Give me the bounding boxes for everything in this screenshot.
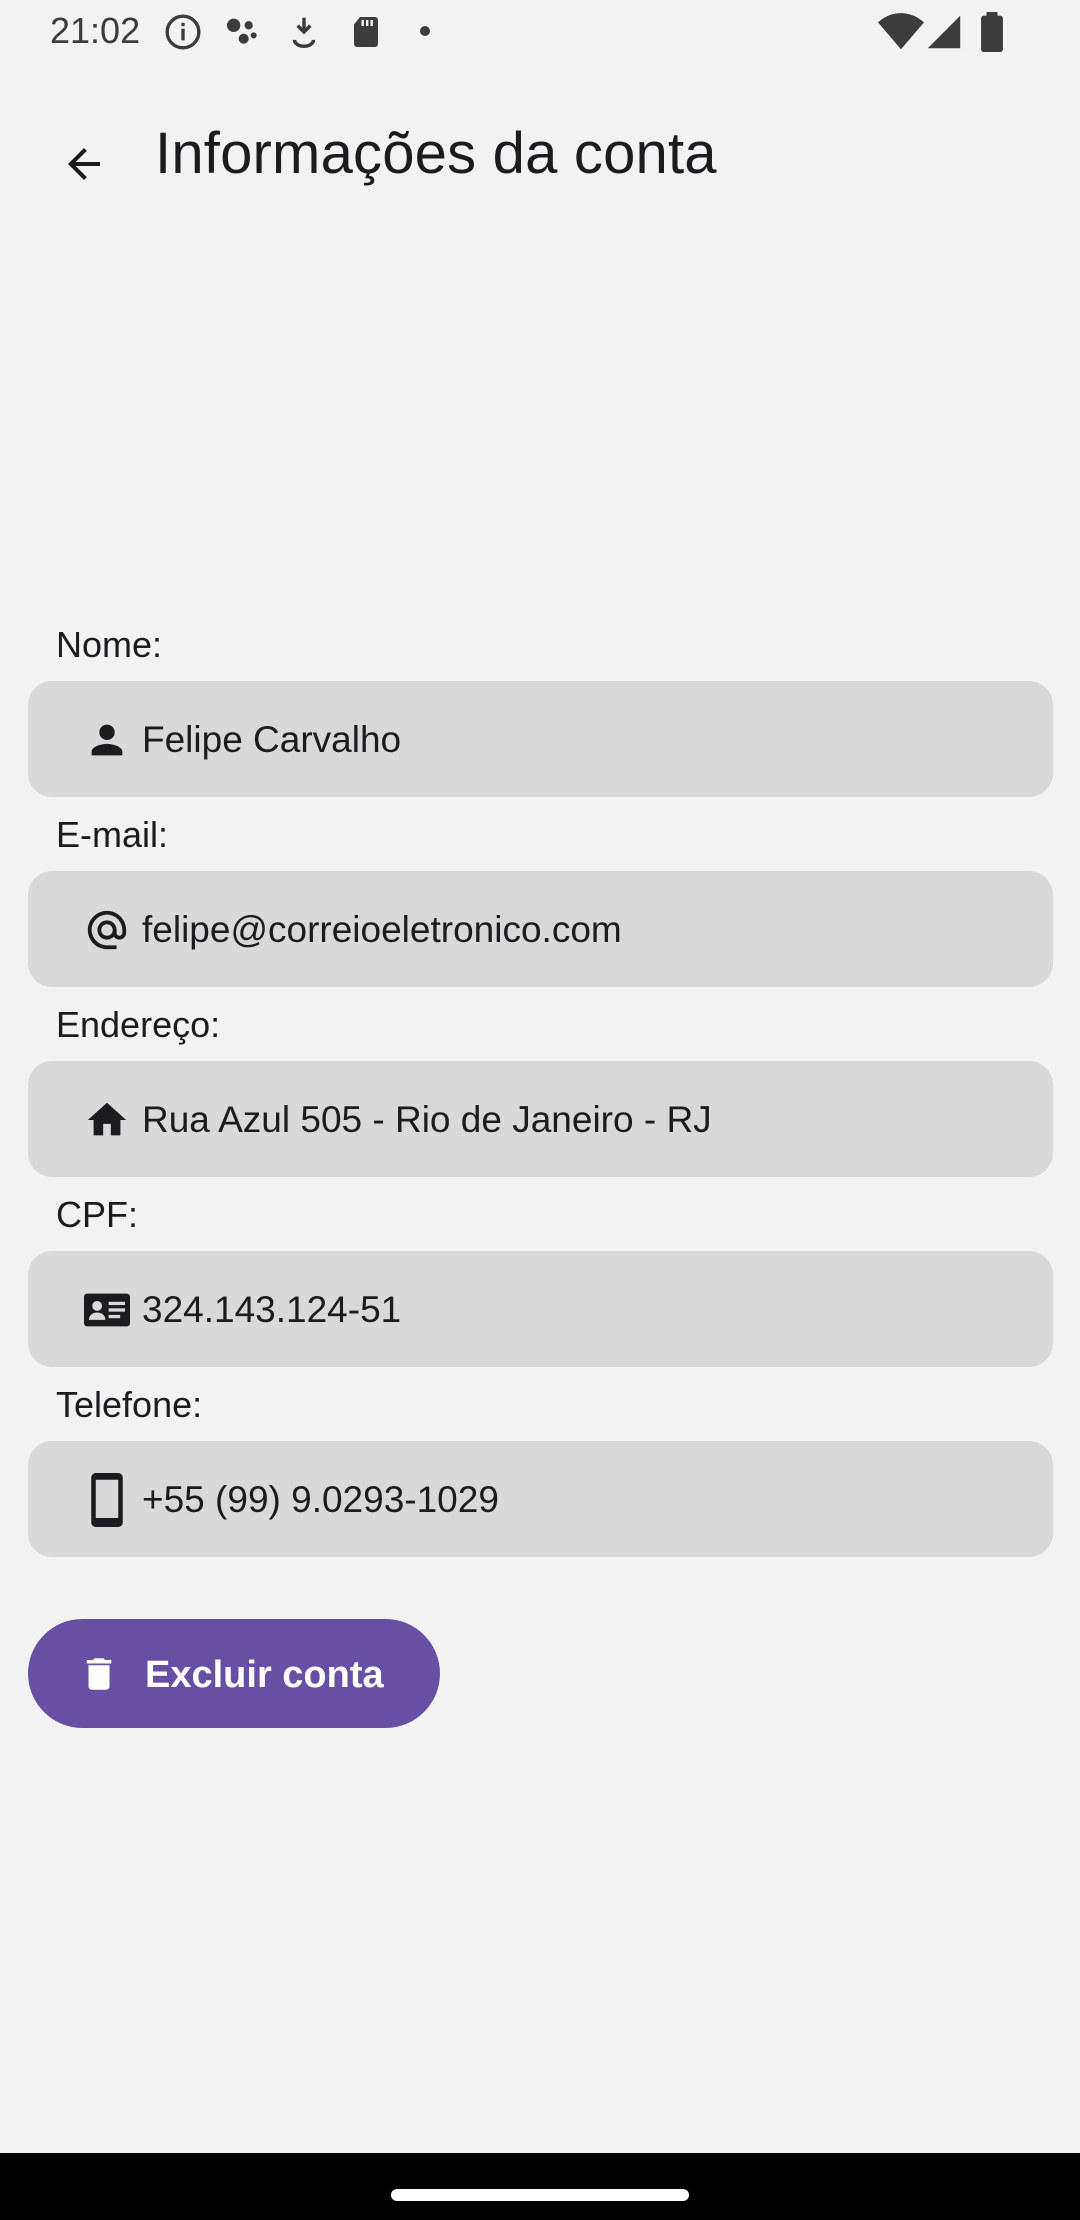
cpf-label: CPF: (56, 1194, 139, 1235)
home-gesture-handle[interactable] (391, 2189, 689, 2201)
back-button[interactable] (42, 122, 126, 206)
trash-icon (78, 1653, 120, 1695)
home-icon (84, 1097, 130, 1143)
phone-field[interactable]: +55 (99) 9.0293-1029 (28, 1441, 1053, 1557)
top-app-bar: Informações da conta (0, 66, 1080, 244)
notification-dots-icon (222, 12, 262, 57)
name-field[interactable]: Felipe Carvalho (28, 681, 1053, 797)
email-value: felipe@correioeletronico.com (142, 909, 622, 950)
page-title: Informações da conta (155, 121, 717, 186)
address-value: Rua Azul 505 - Rio de Janeiro - RJ (142, 1099, 712, 1140)
address-field[interactable]: Rua Azul 505 - Rio de Janeiro - RJ (28, 1061, 1053, 1177)
address-label: Endereço: (56, 1004, 221, 1045)
status-bar: 21:02 (0, 0, 1080, 66)
id-card-icon (84, 1287, 130, 1333)
name-value: Felipe Carvalho (142, 719, 402, 760)
sd-card-icon (348, 12, 384, 57)
name-label: Nome: (56, 624, 163, 665)
system-navigation-bar (0, 2153, 1080, 2220)
wifi-icon (878, 12, 924, 57)
phone-value: +55 (99) 9.0293-1029 (142, 1479, 499, 1520)
email-label: E-mail: (56, 814, 169, 855)
dot-icon (418, 24, 432, 43)
account-info-screen: 21:02 Informações da conta Nome: Felipe … (0, 0, 1080, 2220)
at-sign-icon (84, 907, 130, 953)
arrow-back-icon (68, 148, 100, 180)
phone-label: Telefone: (56, 1384, 203, 1425)
cpf-value: 324.143.124-51 (142, 1289, 402, 1330)
cpf-field[interactable]: 324.143.124-51 (28, 1251, 1053, 1367)
status-time: 21:02 (50, 10, 141, 51)
battery-icon (978, 12, 1006, 57)
email-field[interactable]: felipe@correioeletronico.com (28, 871, 1053, 987)
cell-signal-icon (926, 12, 962, 57)
download-icon (285, 12, 323, 57)
phone-icon (84, 1473, 130, 1527)
person-icon (84, 717, 130, 763)
delete-account-label: Excluir conta (145, 1654, 384, 1696)
delete-account-button[interactable]: Excluir conta (28, 1619, 440, 1728)
info-icon (163, 12, 203, 57)
